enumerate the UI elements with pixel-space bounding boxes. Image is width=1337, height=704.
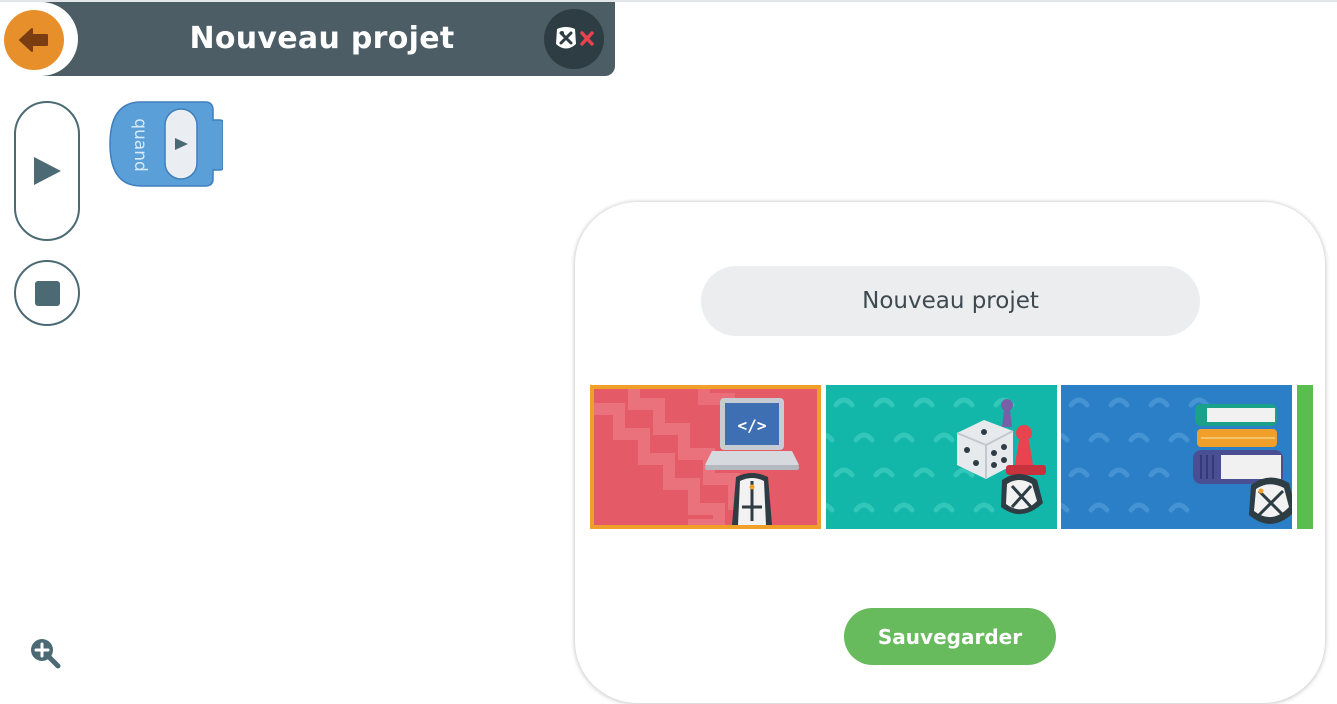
close-robot-button[interactable] — [544, 9, 604, 69]
back-button-wrap — [0, 2, 78, 76]
stop-icon — [34, 280, 60, 306]
thumbnail-carousel[interactable]: </> — [590, 384, 1313, 530]
thumbnail-games[interactable] — [826, 385, 1057, 529]
arrow-left-icon — [19, 28, 48, 52]
when-block-label: quand — [130, 118, 150, 172]
thumbnail-green[interactable] — [1297, 385, 1313, 529]
project-name-input[interactable] — [701, 266, 1200, 336]
stop-button[interactable] — [14, 260, 80, 326]
save-project-dialog: </> — [575, 202, 1325, 703]
page-title: Nouveau projet — [189, 21, 455, 56]
run-button[interactable] — [14, 101, 80, 241]
zoom-in-button[interactable] — [28, 636, 62, 670]
robot-x-icon — [556, 27, 594, 49]
save-button[interactable]: Sauvegarder — [844, 608, 1056, 665]
zoom-in-icon — [31, 639, 61, 669]
back-button[interactable] — [4, 10, 64, 70]
svg-text:</>: </> — [738, 416, 767, 435]
thumbnail-laptop[interactable]: </> — [590, 385, 821, 529]
play-icon — [34, 157, 61, 185]
thumbnail-books[interactable] — [1061, 385, 1292, 529]
